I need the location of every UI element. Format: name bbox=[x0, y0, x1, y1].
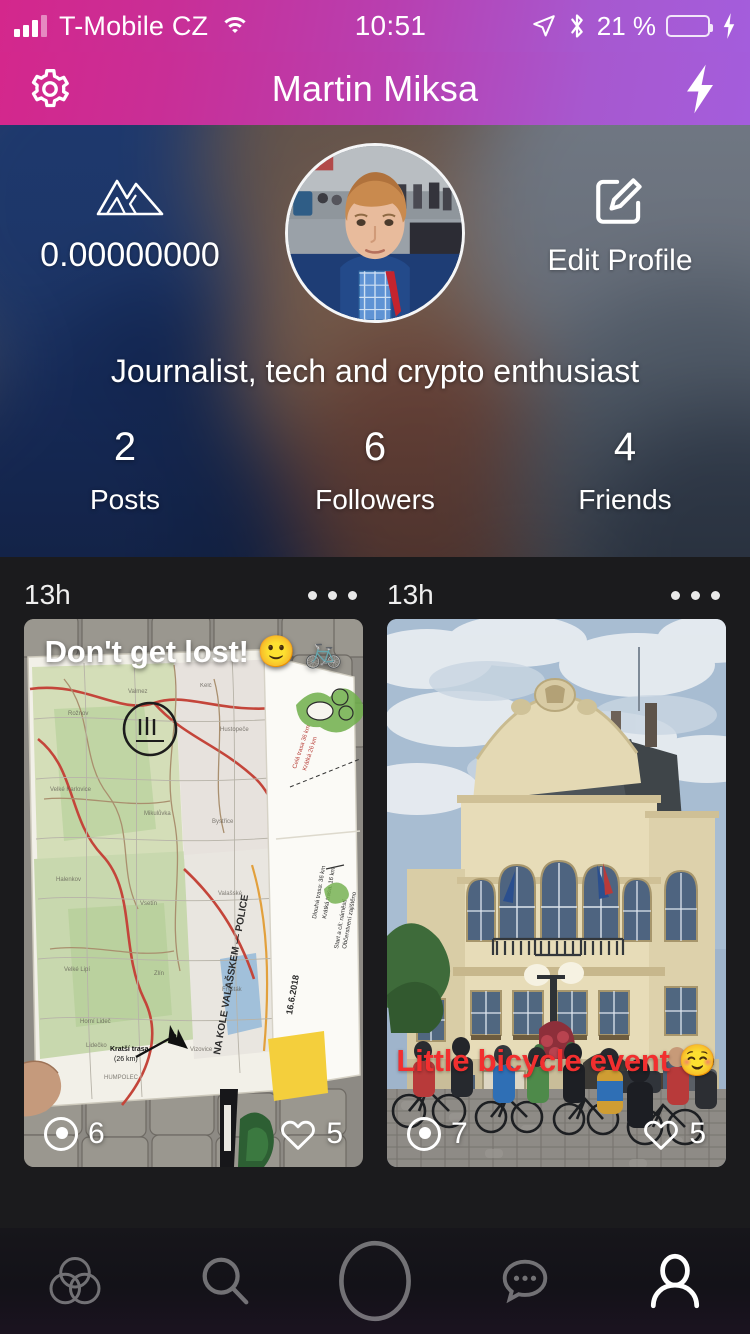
post-header: 13h bbox=[24, 557, 363, 619]
post-views[interactable]: 6 bbox=[44, 1117, 105, 1151]
post-timestamp: 13h bbox=[24, 579, 71, 610]
edit-pencil-square-icon bbox=[596, 178, 642, 224]
search-icon bbox=[202, 1257, 249, 1305]
post-views-count: 7 bbox=[451, 1117, 468, 1150]
views-eye-icon bbox=[407, 1117, 441, 1151]
svg-text:HUMPOLEC: HUMPOLEC bbox=[104, 1075, 139, 1081]
post-likes-count: 5 bbox=[326, 1117, 343, 1150]
balance-block[interactable]: 0.00000000 bbox=[0, 143, 260, 275]
more-options-icon[interactable] bbox=[308, 590, 363, 600]
post-card: 13h bbox=[387, 557, 726, 1228]
edit-profile-button[interactable]: Edit Profile bbox=[490, 143, 750, 278]
chat-bubble-icon bbox=[502, 1259, 548, 1304]
page-title: Martin Miksa bbox=[271, 67, 479, 109]
folded-paper-map-photo: Rožnov Valmez Kelč Hustopeče Velké Karlovic… bbox=[24, 619, 363, 1167]
tab-profile[interactable] bbox=[600, 1250, 750, 1312]
edit-profile-label: Edit Profile bbox=[547, 244, 693, 277]
balance-value: 0.00000000 bbox=[40, 236, 220, 274]
location-arrow-icon bbox=[532, 15, 555, 37]
svg-text:Rožnov: Rožnov bbox=[68, 711, 88, 717]
town-hall-cyclists-photo bbox=[387, 619, 726, 1167]
status-bar-left: T-Mobile CZ bbox=[0, 10, 251, 42]
three-circles-feed-icon bbox=[49, 1257, 101, 1305]
stat-posts[interactable]: 2 Posts bbox=[0, 425, 250, 516]
post-timestamp: 13h bbox=[387, 579, 434, 610]
stat-followers[interactable]: 6 Followers bbox=[250, 425, 500, 516]
stat-posts-label: Posts bbox=[89, 484, 161, 515]
post-views[interactable]: 7 bbox=[407, 1117, 468, 1151]
posts-feed: 13h Rožnov Valmez Kelč Hustopeče Velké K… bbox=[0, 557, 750, 1228]
svg-text:Hustopeče: Hustopeče bbox=[220, 727, 249, 733]
post-likes[interactable]: 5 bbox=[643, 1117, 706, 1151]
tab-camera[interactable] bbox=[300, 1239, 450, 1323]
svg-text:Kratší trasa: Kratší trasa bbox=[110, 1046, 149, 1053]
clock-label: 10:51 bbox=[354, 10, 427, 41]
svg-text:Valašské: Valašské bbox=[218, 891, 243, 897]
stat-posts-value: 2 bbox=[113, 425, 137, 469]
camera-capture-icon bbox=[339, 1240, 411, 1322]
battery-percent-label: 21 % bbox=[596, 10, 656, 41]
bottom-tab-bar bbox=[0, 1228, 750, 1334]
avatar-photo bbox=[288, 146, 462, 320]
stat-friends-value: 4 bbox=[613, 425, 637, 469]
heart-icon bbox=[644, 1120, 679, 1150]
tab-chat[interactable] bbox=[450, 1252, 600, 1310]
gear-icon bbox=[31, 68, 69, 107]
svg-text:Zlín: Zlín bbox=[154, 971, 164, 977]
tab-feed[interactable] bbox=[0, 1251, 150, 1311]
charging-bolt-icon bbox=[723, 13, 735, 39]
post-card: 13h bbox=[24, 557, 363, 1228]
flash-button[interactable] bbox=[650, 63, 750, 115]
stat-followers-label: Followers bbox=[315, 484, 435, 515]
post-views-count: 6 bbox=[88, 1117, 105, 1150]
post-likes-count: 5 bbox=[689, 1117, 706, 1150]
svg-text:Horní Lideč: Horní Lideč bbox=[80, 1019, 111, 1025]
views-eye-icon bbox=[44, 1117, 78, 1151]
svg-text:Vizovice: Vizovice bbox=[190, 1047, 213, 1053]
post-likes[interactable]: 5 bbox=[280, 1117, 343, 1151]
svg-text:Lidečko: Lidečko bbox=[86, 1043, 107, 1049]
mountains-icon bbox=[96, 179, 164, 216]
avatar[interactable] bbox=[285, 143, 465, 323]
post-media[interactable]: Rožnov Valmez Kelč Hustopeče Velké Karlovic… bbox=[24, 619, 363, 1167]
profile-person-icon bbox=[650, 1253, 700, 1309]
navigation-bar: Martin Miksa bbox=[0, 52, 750, 125]
svg-text:Mikulůvka: Mikulůvka bbox=[144, 810, 171, 817]
profile-top-row: 0.00000000 Edit Profile bbox=[0, 143, 750, 328]
lightning-bolt-icon bbox=[687, 64, 713, 113]
more-options-icon[interactable] bbox=[671, 590, 726, 600]
app-root: T-Mobile CZ 10:51 21 % Martin Miksa 0.00… bbox=[0, 0, 750, 1334]
stat-friends[interactable]: 4 Friends bbox=[500, 425, 750, 516]
svg-text:Valmez: Valmez bbox=[128, 689, 148, 695]
tab-search[interactable] bbox=[150, 1252, 300, 1310]
svg-text:Velké Karlovice: Velké Karlovice bbox=[50, 787, 92, 793]
status-bar-center: 10:51 bbox=[250, 10, 531, 42]
carrier-label: T-Mobile CZ bbox=[59, 10, 209, 41]
wifi-icon bbox=[220, 15, 251, 37]
svg-text:(26 km): (26 km) bbox=[114, 1056, 138, 1063]
stat-followers-value: 6 bbox=[363, 425, 387, 469]
svg-text:Halenkov: Halenkov bbox=[56, 877, 81, 883]
status-bar: T-Mobile CZ 10:51 21 % bbox=[0, 0, 750, 52]
status-bar-right: 21 % bbox=[531, 11, 750, 42]
avatar-container bbox=[260, 143, 490, 323]
svg-text:Vsetín: Vsetín bbox=[140, 901, 157, 907]
battery-icon bbox=[666, 15, 713, 37]
stat-friends-label: Friends bbox=[578, 484, 672, 515]
profile-header: 0.00000000 Edit Profile Journalist, tech… bbox=[0, 125, 750, 557]
heart-icon bbox=[281, 1120, 316, 1150]
profile-bio: Journalist, tech and crypto enthusiast bbox=[110, 353, 640, 389]
profile-stats: 2 Posts 6 Followers 4 Friends bbox=[0, 425, 750, 516]
post-header: 13h bbox=[387, 557, 726, 619]
svg-text:Velké Lipí: Velké Lipí bbox=[64, 967, 90, 973]
svg-text:Kelč: Kelč bbox=[200, 683, 212, 689]
post-media[interactable]: Little bicycle event ☺️ 7 5 bbox=[387, 619, 726, 1167]
bluetooth-icon bbox=[570, 14, 583, 38]
svg-text:Bystřice: Bystřice bbox=[212, 819, 234, 825]
settings-button[interactable] bbox=[0, 67, 100, 111]
signal-bars-icon bbox=[14, 15, 47, 37]
